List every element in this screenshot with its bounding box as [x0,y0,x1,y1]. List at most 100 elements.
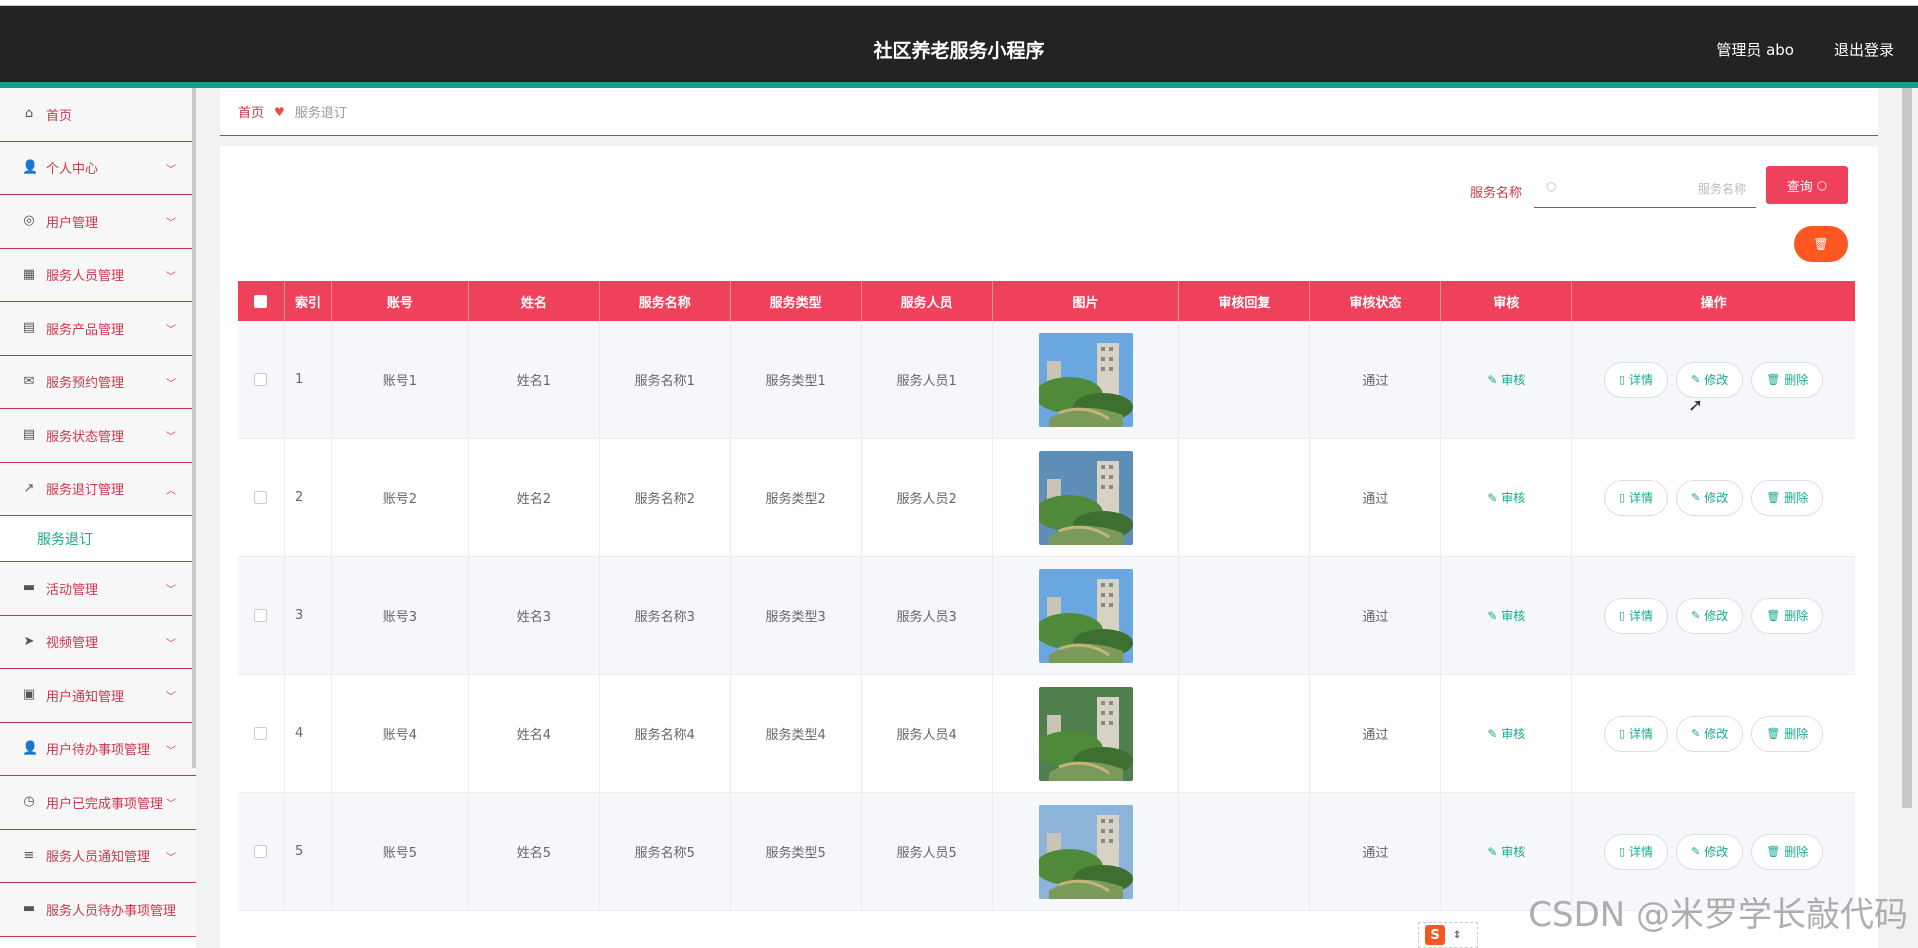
edit-button[interactable]: ✎ 修改 [1676,479,1744,516]
edit-button[interactable]: ✎ 修改 [1676,361,1744,398]
query-button[interactable]: 查询 ○ [1766,166,1848,204]
row-checkbox[interactable] [254,845,268,858]
sidebar-item-3[interactable]: 👤 用户待办事项管理 ﹀ [0,722,196,776]
detail-button[interactable]: ▯ 详情 [1603,833,1669,870]
sidebar-item-5[interactable]: ≡ 服务人员通知管理 ﹀ [0,829,196,883]
sidebar-item-0[interactable]: ⌂ 首页 [0,88,196,142]
cell-index: 5 [285,793,332,910]
sidebar-item-5[interactable]: ✉ 服务预约管理 ﹀ [0,355,196,409]
edit-button[interactable]: ✎ 修改 [1676,597,1744,634]
delete-button[interactable]: 🗑 删除 [1751,833,1824,870]
row-checkbox[interactable] [254,609,268,622]
trash-icon: 🗑 [1766,491,1781,504]
cell-audit: ✎ 审核 [1441,675,1573,792]
cell-reply [1179,321,1311,438]
audit-label: 审核 [1501,609,1526,623]
sidebar-item-label: 活动管理 [46,582,99,598]
cell-status: 通过 [1310,793,1442,910]
detail-button[interactable]: ▯ 详情 [1603,597,1669,634]
cell-status: 通过 [1310,321,1442,438]
edit-icon: ✎ [1487,491,1502,505]
sidebar-item-1[interactable]: ➤ 视频管理 ﹀ [0,615,196,669]
sidebar-scrollbar[interactable] [192,88,196,768]
row-checkbox[interactable] [254,373,268,386]
edit-label: 修改 [1704,727,1729,741]
delete-label: 删除 [1784,727,1809,741]
sidebar-item-2[interactable]: ▣ 用户通知管理 ﹀ [0,669,196,723]
sidebar-item-6[interactable]: ▤ 服务状态管理 ﹀ [0,409,196,463]
sidebar-item-4[interactable]: ▤ 服务产品管理 ﹀ [0,302,196,356]
sidebar-item-4[interactable]: ◷ 用户已完成事项管理 ﹀ [0,776,196,830]
header-checkbox-cell [238,281,285,321]
select-all-checkbox[interactable] [254,294,268,308]
sidebar-subitem-active[interactable]: 服务退订 [0,516,196,562]
edit-icon: ✎ [1487,845,1502,859]
ime-toggle-icon[interactable]: ⇕ [1453,930,1461,941]
sidebar-item-2[interactable]: ◎ 用户管理 ﹀ [0,195,196,249]
cell-type: 服务类型2 [731,439,862,556]
column-header: 审核 [1441,281,1573,321]
table-row: 3 账号3 姓名3 服务名称3 服务类型3 服务人员3 通过 ✎ 审核 ▯ 详情 ✎ 修改 🗑 删除 [238,557,1855,675]
cell-account: 账号3 [332,557,469,674]
sidebar-item-1[interactable]: 👤 个人中心 ﹀ [0,141,196,195]
batch-delete-button[interactable]: 🗑 [1794,226,1848,262]
mail-icon: ✉ [23,373,35,389]
edit-icon: ✎ [1691,727,1701,740]
edit-button[interactable]: ✎ 修改 [1676,833,1744,870]
delete-button[interactable]: 🗑 删除 [1751,361,1824,398]
sidebar-item-3[interactable]: ▦ 服务人员管理 ﹀ [0,248,196,302]
breadcrumb-home[interactable]: 首页 [238,102,264,121]
column-header: 索引 [285,281,332,321]
cell-reply [1179,675,1311,792]
chevron-down-icon: ﹀ [166,164,176,176]
page-scrollbar[interactable] [1902,88,1912,808]
row-checkbox[interactable] [254,727,268,740]
column-header: 审核状态 [1310,281,1442,321]
detail-label: 详情 [1629,845,1654,859]
audit-link[interactable]: ✎ 审核 [1487,725,1525,742]
cell-image [993,675,1180,792]
delete-button[interactable]: 🗑 删除 [1751,597,1824,634]
audit-link[interactable]: ✎ 审核 [1487,489,1525,506]
audit-link[interactable]: ✎ 审核 [1487,843,1525,860]
sidebar-item-label: 服务状态管理 [46,429,125,445]
delete-label: 删除 [1784,373,1809,387]
detail-button[interactable]: ▯ 详情 [1603,479,1669,516]
cell-service: 服务名称2 [600,439,731,556]
delete-button[interactable]: 🗑 删除 [1751,715,1824,752]
column-header: 账号 [332,281,469,321]
sidebar-item-6[interactable]: ▬ 服务人员待办事项管理 [0,883,196,937]
search-input[interactable] [1570,176,1746,202]
sidebar-item-label: 用户管理 [46,215,99,231]
home-icon: ⌂ [24,106,34,122]
cell-status: 通过 [1310,675,1442,792]
sidebar-item-label: 服务人员通知管理 [46,850,151,866]
row-checkbox-cell [238,439,285,556]
trash-icon: 🗑 [1813,237,1829,251]
column-header: 服务名称 [600,281,731,321]
delete-button[interactable]: 🗑 删除 [1751,479,1824,516]
sidebar-item-7[interactable]: ↗ 服务退订管理 ︿ [0,462,196,516]
detail-button[interactable]: ▯ 详情 [1603,715,1669,752]
detail-button[interactable]: ▯ 详情 [1603,361,1669,398]
cell-account: 账号1 [332,321,469,438]
logout-link[interactable]: 退出登录 [1834,39,1894,60]
edit-label: 修改 [1704,373,1729,387]
trash-icon: 🗑 [1766,373,1781,386]
document-icon: ▯ [1618,609,1626,622]
ime-logo-icon: S [1425,925,1445,945]
data-table: 索引 账号 姓名 服务名称 服务类型 服务人员 图片 审核回复 审核状态 审核 操作 1 账号1 姓名1… [238,281,1855,911]
query-button-label: 查询 [1786,179,1813,195]
chevron-down-icon: ﹀ [166,799,176,810]
app-title: 社区养老服务小程序 [873,40,1045,62]
audit-link[interactable]: ✎ 审核 [1487,607,1525,624]
chevron-down-icon: ﹀ [166,692,176,703]
edit-button[interactable]: ✎ 修改 [1676,715,1744,752]
search-box: ○ [1534,168,1756,208]
app-header: 社区养老服务小程序 管理员 abo 退出登录 [0,6,1918,82]
row-checkbox[interactable] [254,491,268,504]
sidebar: ⌂ 首页 👤 个人中心 ﹀ ◎ 用户管理 ﹀ ▦ 服务人员管理 ﹀ ▤ 服务产品管理 ﹀ ✉ 服务预约管理 ﹀ ▤… [0,88,196,948]
sidebar-item-0[interactable]: ▬ 活动管理 ﹀ [0,562,196,616]
cell-service: 服务名称1 [600,321,731,438]
audit-link[interactable]: ✎ 审核 [1487,371,1525,388]
